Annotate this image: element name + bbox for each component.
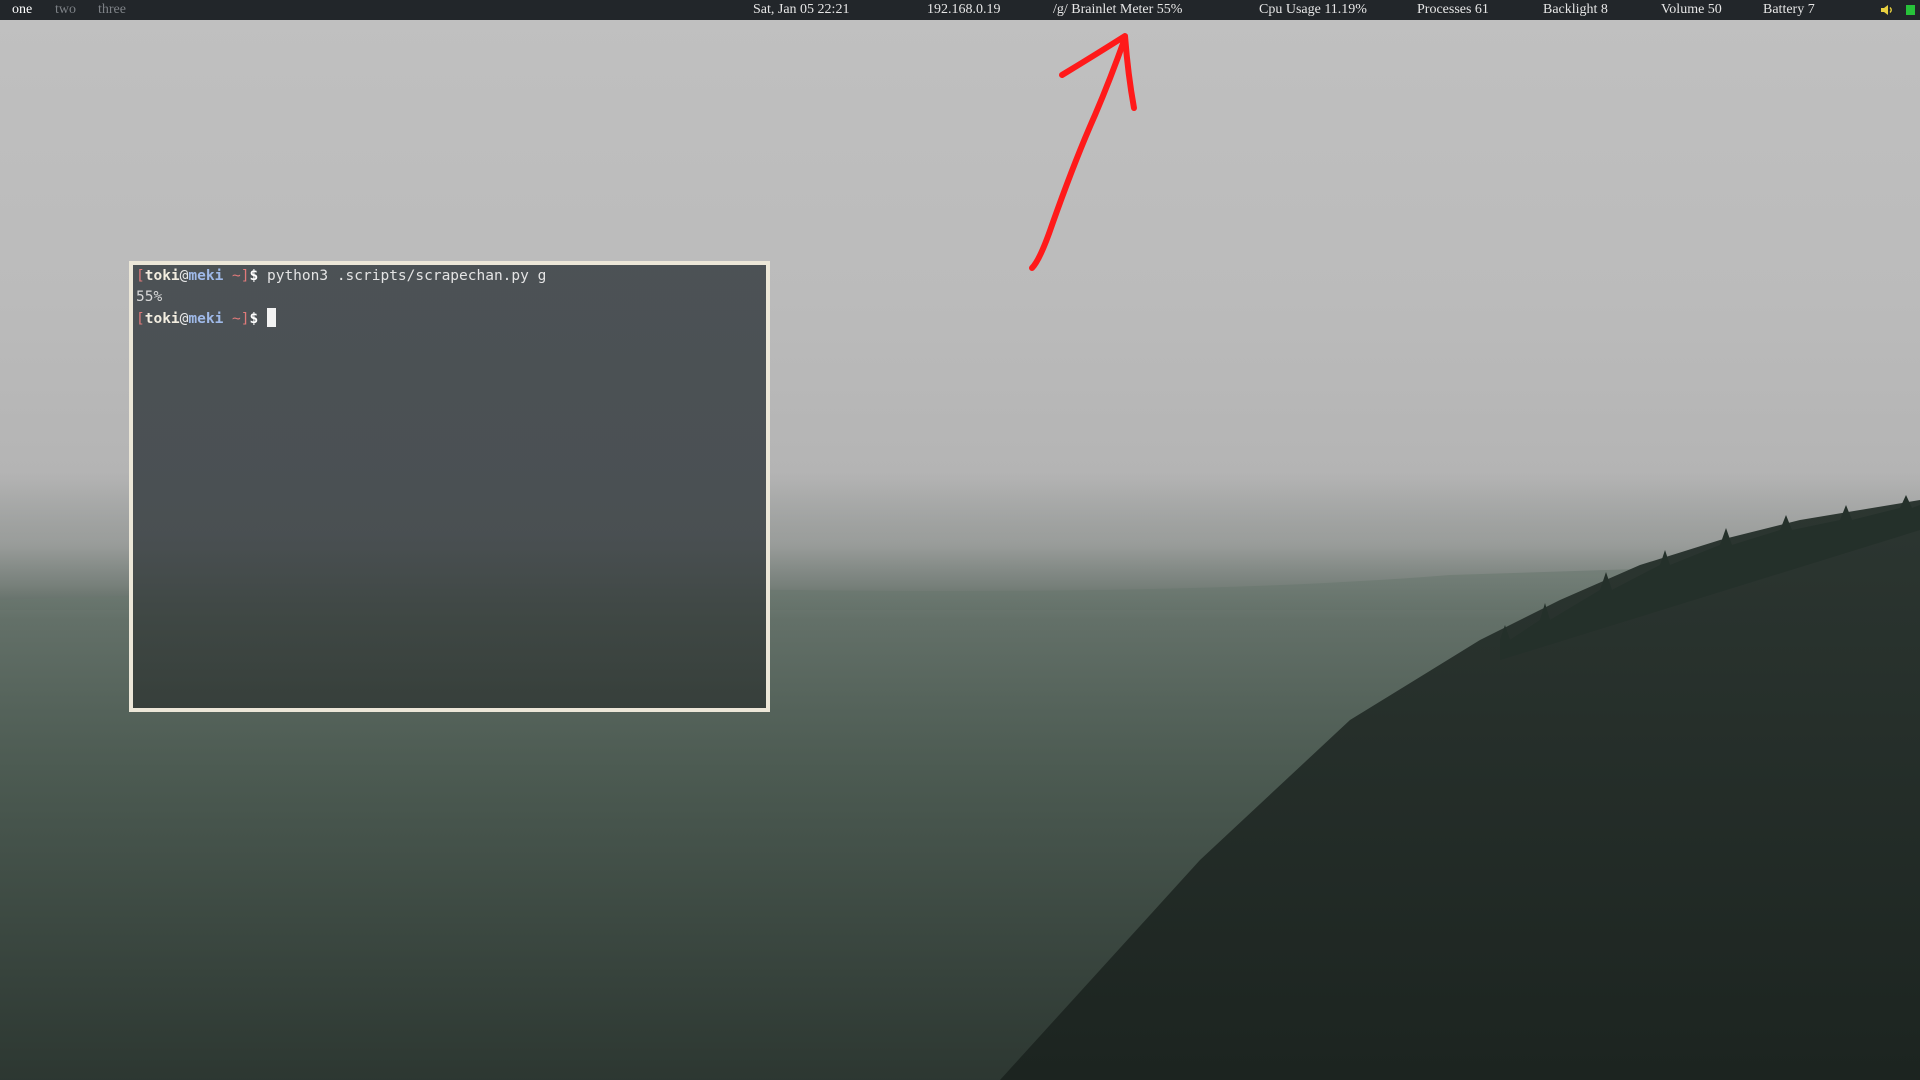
speaker-icon[interactable] — [1880, 3, 1894, 17]
battery-label: Battery 7 — [1763, 2, 1815, 17]
ip-address-label: 192.168.0.19 — [927, 2, 1001, 17]
workspace-two[interactable]: two — [55, 0, 76, 20]
workspace-three[interactable]: three — [98, 0, 126, 20]
terminal-window[interactable]: [toki@meki ~]$ python3 .scripts/scrapech… — [129, 261, 770, 712]
datetime-label: Sat, Jan 05 22:21 — [753, 2, 850, 17]
workspace-one[interactable]: one — [12, 0, 32, 20]
cpu-usage-label: Cpu Usage 11.19% — [1259, 2, 1367, 17]
terminal-output: 55% — [136, 289, 163, 305]
red-arrow-annotation — [1029, 33, 1137, 271]
terminal-command: python3 .scripts/scrapechan.py g — [258, 268, 547, 284]
backlight-label: Backlight 8 — [1543, 2, 1608, 17]
status-bar: one two three Sat, Jan 05 22:21 192.168.… — [0, 0, 1920, 20]
desktop: one two three Sat, Jan 05 22:21 192.168.… — [0, 0, 1920, 1080]
prompt-user: toki — [144, 268, 180, 284]
prompt-host: meki — [188, 268, 224, 284]
terminal-line-prompt[interactable]: [toki@meki ~]$ — [136, 308, 766, 329]
volume-label: Volume 50 — [1661, 2, 1722, 17]
brainlet-meter-label: /g/ Brainlet Meter 55% — [1053, 2, 1183, 17]
processes-label: Processes 61 — [1417, 2, 1489, 17]
terminal-line-command: [toki@meki ~]$ python3 .scripts/scrapech… — [136, 268, 547, 284]
text-cursor — [266, 308, 276, 327]
network-status-icon[interactable] — [1906, 5, 1915, 15]
